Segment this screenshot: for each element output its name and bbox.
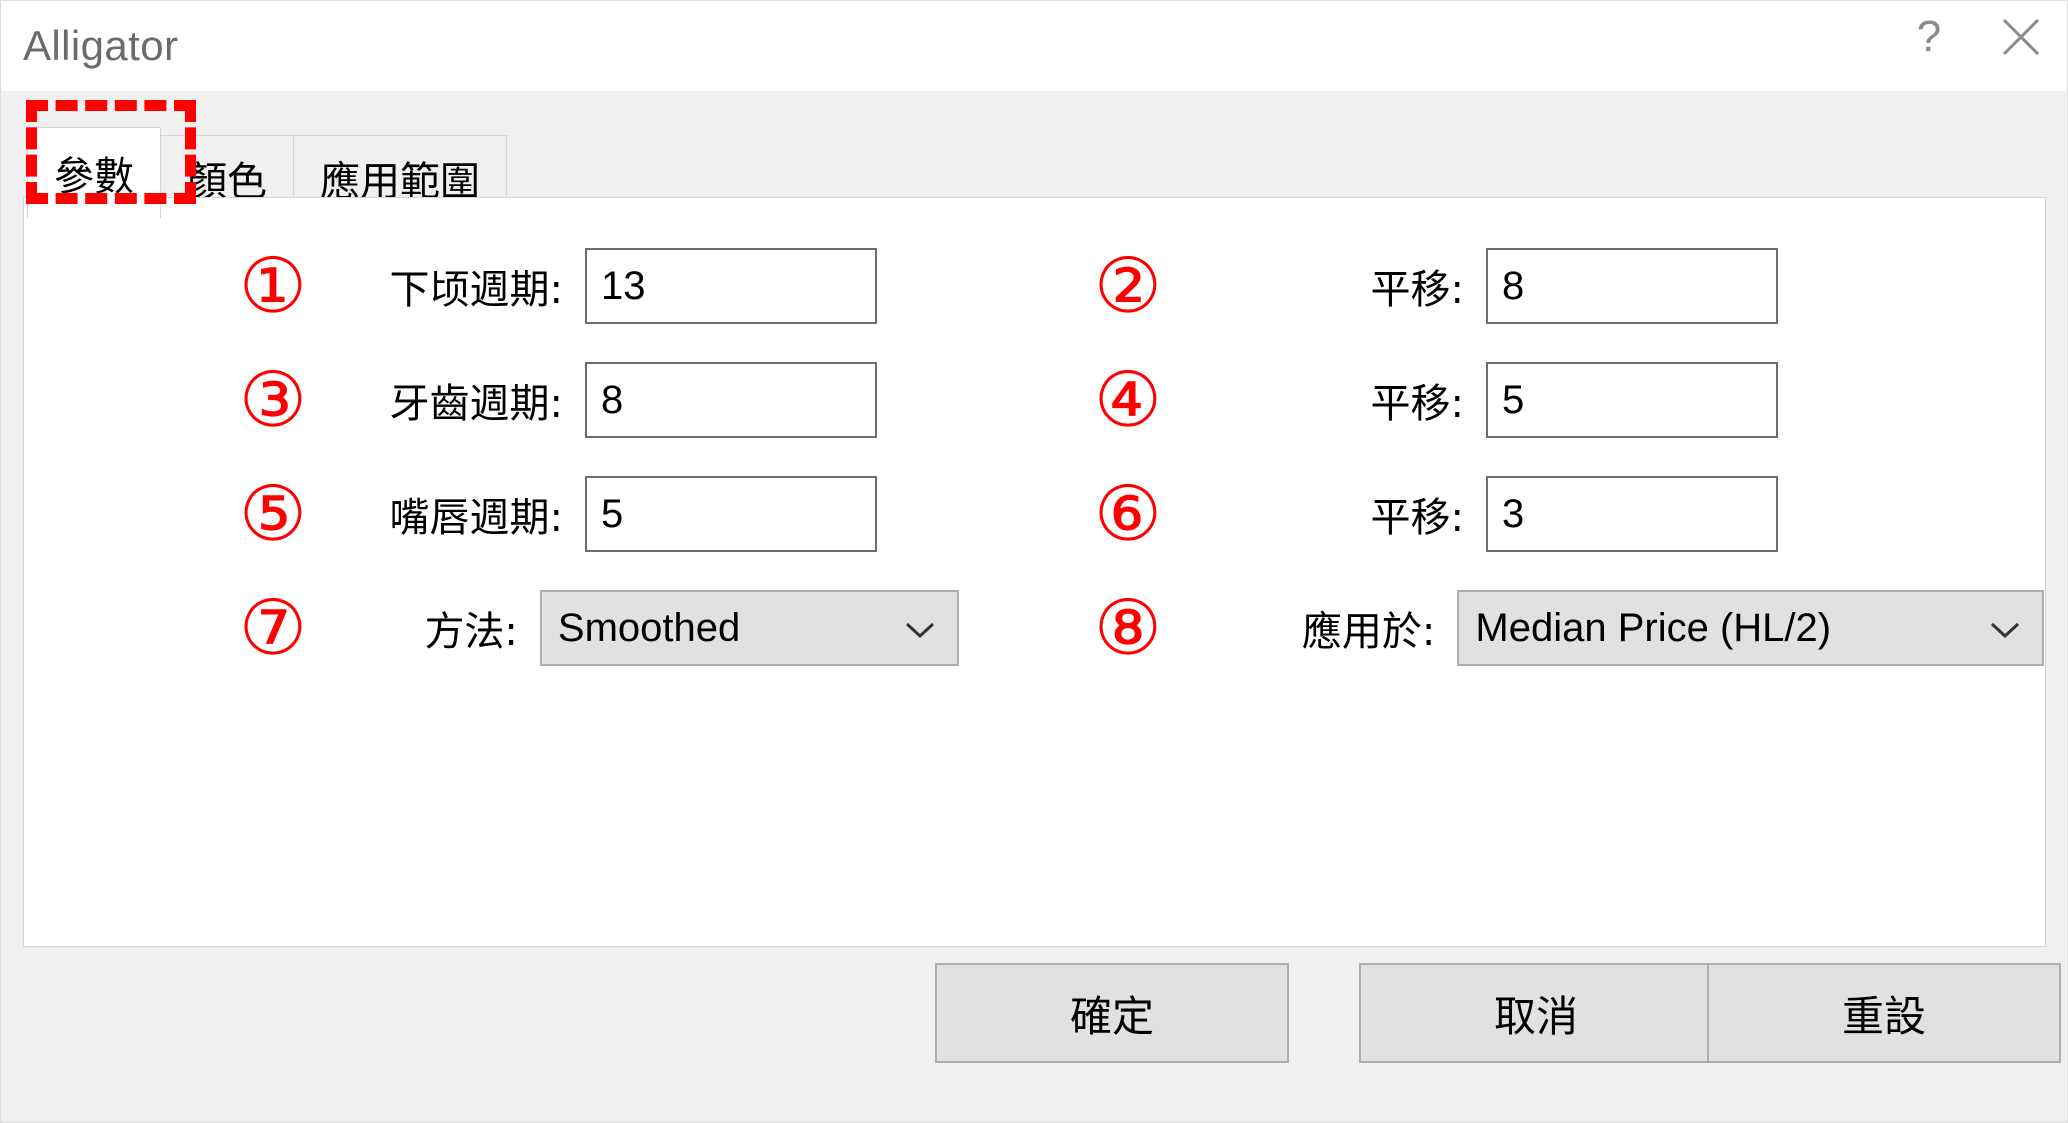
reset-button[interactable]: 重設 [1707, 963, 2061, 1063]
help-button[interactable]: ? [1883, 1, 1975, 73]
apply-to-row: ⑧ 應用於: Median Price (HL/2) [1074, 588, 2044, 668]
teeth-shift-row: ④ 平移: 5 [1074, 360, 2044, 440]
annotation-marker-1: ① [238, 241, 308, 330]
annotation-marker-4: ④ [1093, 355, 1163, 444]
apply-to-label: 應用於: [1301, 609, 1436, 655]
lips-period-row: ⑤ 嘴唇週期: 5 [219, 474, 959, 554]
teeth-period-label: 牙齒週期: [389, 381, 563, 427]
lips-shift-label: 平移: [1370, 495, 1464, 541]
annotation-marker-6: ⑥ [1093, 469, 1163, 558]
jaw-shift-label: 平移: [1370, 267, 1464, 313]
method-label: 方法: [424, 609, 518, 655]
parameters-form: ① 下顷週期: 13 ③ 牙齒週期: 8 ⑤ 嘴唇週期: 5 ⑦ 方法: Smo… [24, 198, 2045, 946]
tab-parameters[interactable]: 參數 [27, 127, 161, 219]
teeth-shift-input[interactable]: 5 [1486, 362, 1778, 438]
annotation-marker-3: ③ [238, 355, 308, 444]
teeth-period-input[interactable]: 8 [585, 362, 877, 438]
chevron-down-icon [901, 606, 939, 651]
ok-button[interactable]: 確定 [935, 963, 1289, 1063]
alligator-settings-dialog: Alligator ? 參數 顏色 應用範圍 ① 下顷週期: 13 ③ 牙齒週期… [0, 0, 2068, 1123]
apply-to-dropdown[interactable]: Median Price (HL/2) [1457, 590, 2044, 666]
jaw-period-row: ① 下顷週期: 13 [219, 246, 959, 326]
title-bar: Alligator ? [1, 1, 2067, 91]
lips-period-label: 嘴唇週期: [389, 495, 563, 541]
annotation-marker-2: ② [1093, 241, 1163, 330]
teeth-period-row: ③ 牙齒週期: 8 [219, 360, 959, 440]
apply-to-dropdown-value: Median Price (HL/2) [1475, 605, 1832, 650]
teeth-shift-label: 平移: [1370, 381, 1464, 427]
method-dropdown-value: Smoothed [557, 605, 741, 650]
lips-shift-input[interactable]: 3 [1486, 476, 1778, 552]
cancel-button[interactable]: 取消 [1359, 963, 1713, 1063]
window-title: Alligator [23, 22, 179, 69]
jaw-period-input[interactable]: 13 [585, 248, 877, 324]
jaw-shift-input[interactable]: 8 [1486, 248, 1778, 324]
annotation-marker-5: ⑤ [238, 469, 308, 558]
close-icon [1998, 14, 2044, 60]
parameters-panel: ① 下顷週期: 13 ③ 牙齒週期: 8 ⑤ 嘴唇週期: 5 ⑦ 方法: Smo… [23, 197, 2046, 947]
tab-parameters-label: 參數 [54, 154, 134, 200]
lips-period-input[interactable]: 5 [585, 476, 877, 552]
lips-shift-row: ⑥ 平移: 3 [1074, 474, 2044, 554]
help-icon: ? [1916, 12, 1942, 61]
jaw-period-label: 下顷週期: [389, 267, 563, 313]
title-bar-buttons: ? [1883, 1, 2067, 91]
chevron-down-icon [1986, 606, 2024, 651]
method-row: ⑦ 方法: Smoothed [219, 588, 959, 668]
close-button[interactable] [1975, 1, 2067, 73]
annotation-marker-7: ⑦ [238, 583, 308, 672]
dialog-footer: 確定 取消 重設 [1, 963, 2068, 1083]
method-dropdown[interactable]: Smoothed [539, 590, 959, 666]
annotation-marker-8: ⑧ [1093, 583, 1163, 672]
jaw-shift-row: ② 平移: 8 [1074, 246, 2044, 326]
